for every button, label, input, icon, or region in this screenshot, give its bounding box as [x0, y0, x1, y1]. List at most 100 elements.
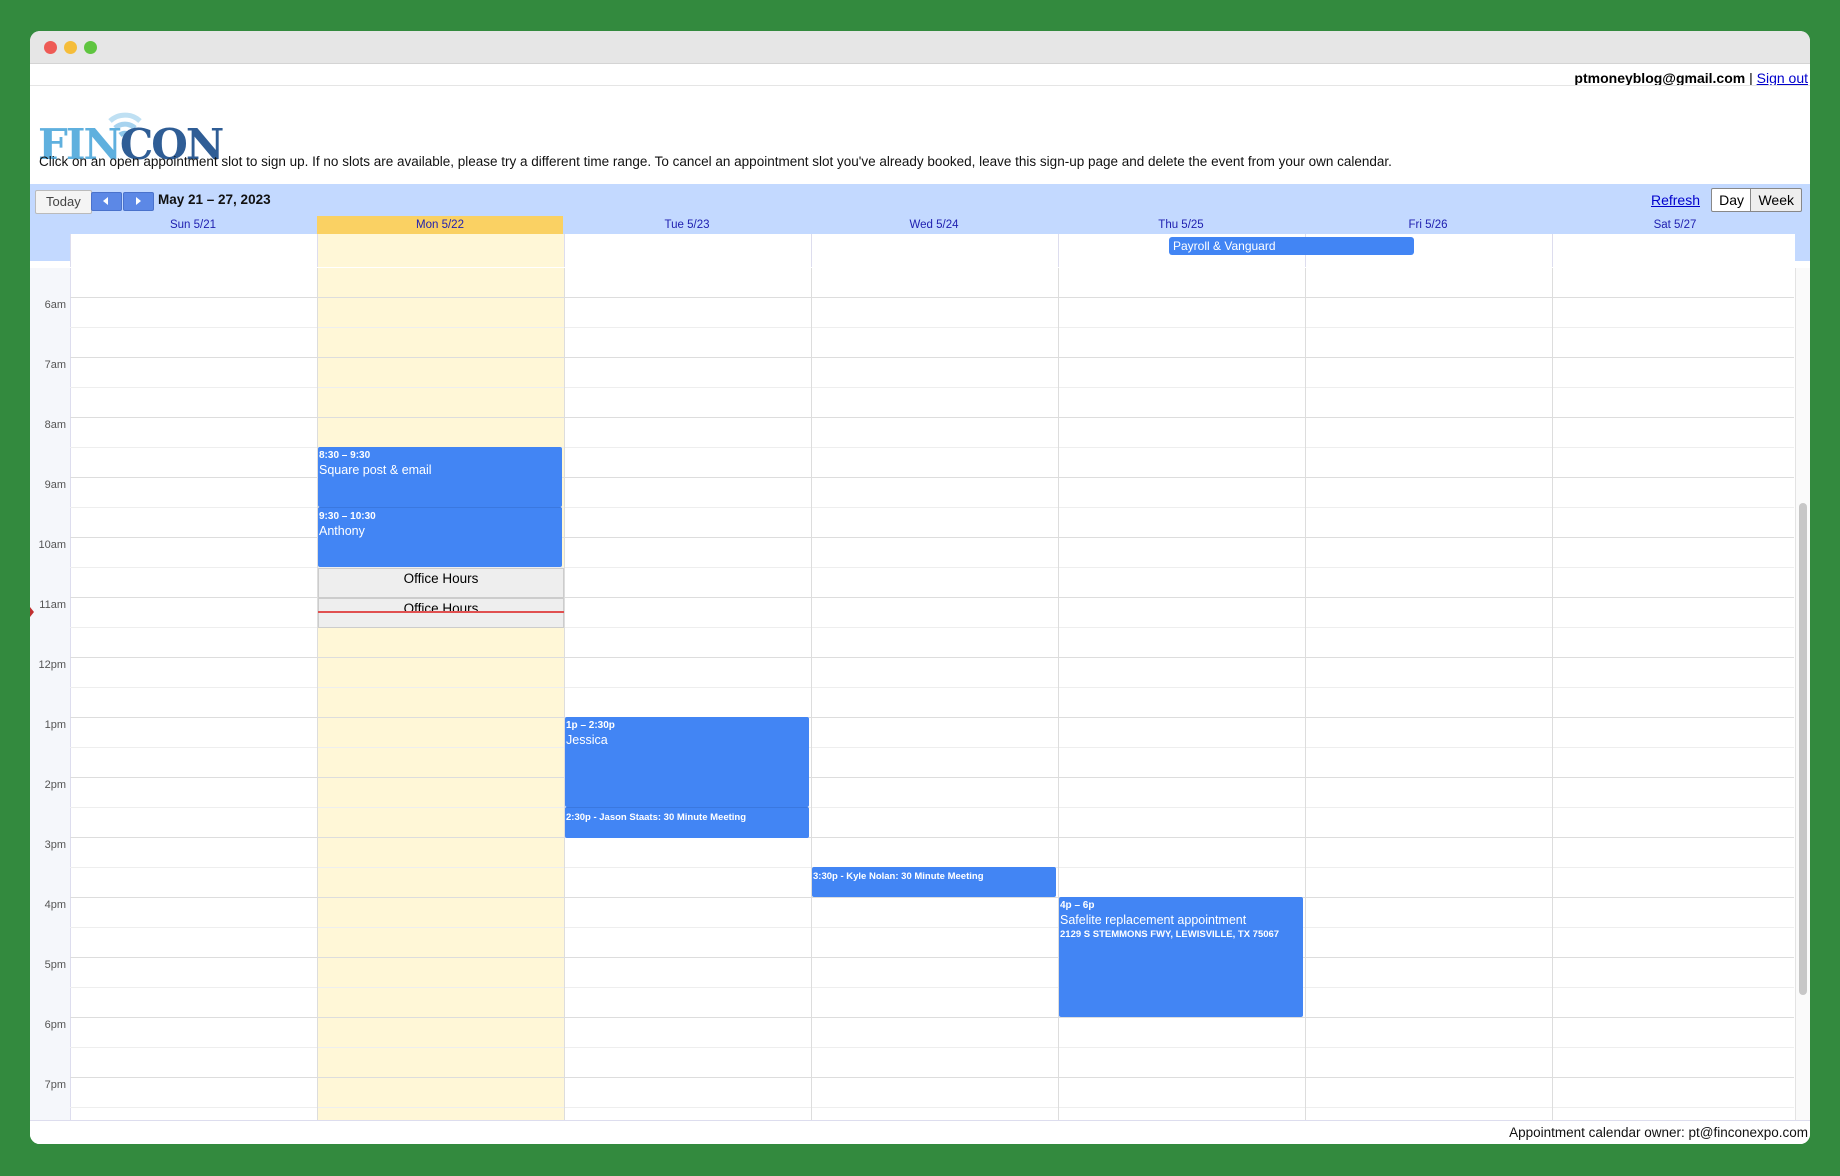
office-hours-slot[interactable]: Office Hours — [318, 568, 564, 598]
hour-line — [70, 297, 1794, 298]
hour-line — [70, 1017, 1794, 1018]
day-header-tue[interactable]: Tue 5/23 — [564, 216, 810, 234]
hour-label: 1pm — [44, 719, 66, 731]
window-titlebar — [30, 31, 1810, 64]
previous-week-button[interactable] — [91, 192, 122, 211]
today-button[interactable]: Today — [35, 190, 92, 214]
divider — [30, 85, 1810, 86]
hour-label: 3pm — [44, 839, 66, 851]
hour-label: 11am — [39, 599, 66, 611]
week-grid: 6am 7am 8am 9am 10am 11am 12pm 1pm 2pm 3… — [30, 268, 1794, 1144]
current-time-line — [318, 611, 564, 613]
calendar-owner: Appointment calendar owner: pt@finconexp… — [30, 1120, 1810, 1144]
hour-label: 4pm — [44, 899, 66, 911]
day-header-sat[interactable]: Sat 5/27 — [1552, 216, 1798, 234]
next-week-button[interactable] — [123, 192, 154, 211]
column-line — [1305, 268, 1306, 1144]
slot-label: Office Hours — [403, 601, 479, 616]
minimize-window-button[interactable] — [64, 41, 77, 54]
arrow-left-icon — [103, 197, 108, 205]
hour-line — [70, 717, 1794, 718]
hour-label: 7am — [44, 359, 66, 371]
allday-event[interactable]: Payroll & Vanguard — [1169, 237, 1414, 255]
event-time: 1p – 2:30p — [566, 720, 615, 731]
hour-label: 10am — [38, 539, 66, 551]
half-hour-line — [70, 807, 1794, 808]
allday-cell[interactable] — [1552, 234, 1795, 267]
event-title: Safelite replacement appointment — [1060, 913, 1247, 927]
zoom-window-button[interactable] — [84, 41, 97, 54]
event-title: Anthony — [319, 524, 365, 538]
allday-cell[interactable] — [811, 234, 1058, 267]
hour-line — [70, 897, 1794, 898]
column-line — [811, 268, 812, 1144]
event-label: 2:30p - Jason Staats: 30 Minute Meeting — [566, 812, 747, 823]
column-line — [1552, 268, 1553, 1144]
day-header-thu[interactable]: Thu 5/25 — [1058, 216, 1304, 234]
arrow-right-icon — [136, 197, 141, 205]
day-headers: Sun 5/21 Mon 5/22 Tue 5/23 Wed 5/24 Thu … — [30, 216, 1810, 267]
day-header-fri[interactable]: Fri 5/26 — [1305, 216, 1551, 234]
instructions-text: Click on an open appointment slot to sig… — [39, 154, 1392, 169]
event-safelite[interactable]: 4p – 6p Safelite replacement appointment… — [1059, 897, 1303, 1017]
event-title: Square post & email — [319, 463, 432, 477]
fincon-logo: FINCON — [38, 91, 224, 183]
scrollbar-thumb[interactable] — [1799, 503, 1807, 995]
allday-cell[interactable] — [564, 234, 811, 267]
hour-line — [70, 357, 1794, 358]
event-time: 8:30 – 9:30 — [319, 450, 371, 461]
event-location: 2129 S STEMMONS FWY, LEWISVILLE, TX 7506… — [1060, 929, 1280, 940]
hour-line — [70, 1077, 1794, 1078]
event-time: 4p – 6p — [1060, 900, 1095, 911]
hour-line — [70, 777, 1794, 778]
day-header-mon[interactable]: Mon 5/22 — [317, 216, 563, 234]
sign-out-link[interactable]: Sign out — [1757, 70, 1808, 86]
event-square-post[interactable]: 8:30 – 9:30 Square post & email — [318, 447, 562, 507]
half-hour-line — [70, 1047, 1794, 1048]
event-label: 3:30p - Kyle Nolan: 30 Minute Meeting — [813, 871, 984, 882]
half-hour-line — [70, 927, 1794, 928]
user-email: ptmoneyblog@gmail.com — [1574, 70, 1746, 86]
event-jessica[interactable]: 1p – 2:30p Jessica — [565, 717, 809, 807]
day-view-button[interactable]: Day — [1711, 188, 1752, 212]
column-line — [564, 268, 565, 1144]
event-kyle-nolan[interactable]: 3:30p - Kyle Nolan: 30 Minute Meeting — [812, 867, 1056, 897]
half-hour-line — [70, 747, 1794, 748]
date-range: May 21 – 27, 2023 — [158, 192, 271, 207]
hour-label: 9am — [44, 479, 66, 491]
hour-line — [70, 657, 1794, 658]
hour-label: 6pm — [44, 1019, 66, 1031]
refresh-link[interactable]: Refresh — [1651, 192, 1700, 208]
half-hour-line — [70, 687, 1794, 688]
day-header-sun[interactable]: Sun 5/21 — [70, 216, 316, 234]
week-view-button[interactable]: Week — [1750, 188, 1802, 212]
separator: | — [1749, 70, 1753, 86]
hour-label: 7pm — [44, 1079, 66, 1091]
hour-line — [70, 837, 1794, 838]
office-hours-slot[interactable]: Office Hours — [318, 598, 564, 628]
hour-line — [70, 957, 1794, 958]
day-header-wed[interactable]: Wed 5/24 — [811, 216, 1057, 234]
hour-label: 5pm — [44, 959, 66, 971]
hour-line — [70, 417, 1794, 418]
hour-label: 2pm — [44, 779, 66, 791]
time-gutter: 6am 7am 8am 9am 10am 11am 12pm 1pm 2pm 3… — [30, 268, 71, 1144]
user-bar: ptmoneyblog@gmail.com | Sign out — [1574, 66, 1808, 90]
vertical-scrollbar[interactable] — [1795, 268, 1810, 1144]
event-jason-staats[interactable]: 2:30p - Jason Staats: 30 Minute Meeting — [565, 807, 809, 838]
hour-label: 12pm — [38, 659, 66, 671]
event-time: 9:30 – 10:30 — [319, 511, 376, 522]
half-hour-line — [70, 387, 1794, 388]
today-column — [317, 268, 565, 1144]
browser-window: ptmoneyblog@gmail.com | Sign out FINCON … — [30, 31, 1810, 1144]
event-title: Jessica — [566, 733, 608, 747]
allday-cell[interactable] — [317, 234, 564, 267]
event-anthony[interactable]: 9:30 – 10:30 Anthony — [318, 507, 562, 567]
close-window-button[interactable] — [44, 41, 57, 54]
calendar-toolbar: Today May 21 – 27, 2023 Refresh Day Week — [30, 184, 1810, 216]
half-hour-line — [70, 987, 1794, 988]
half-hour-line — [70, 1107, 1794, 1108]
column-line — [317, 268, 318, 1144]
allday-cell[interactable] — [70, 234, 317, 267]
half-hour-line — [70, 327, 1794, 328]
